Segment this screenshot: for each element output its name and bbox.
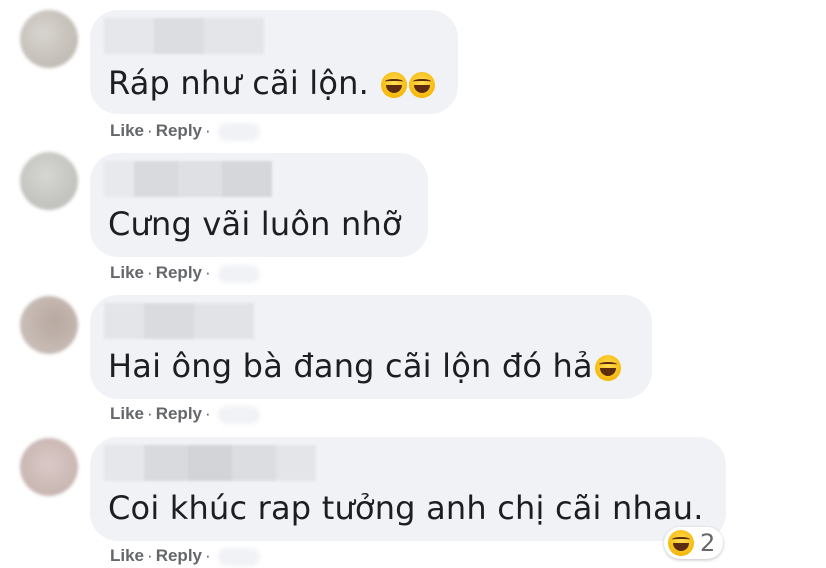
timestamp-blurred[interactable]	[217, 547, 260, 566]
author-name-blurred[interactable]	[104, 161, 272, 197]
separator: ·	[147, 546, 153, 565]
timestamp-blurred[interactable]	[217, 264, 260, 283]
comment-actions: Like · Reply ·	[110, 546, 260, 566]
comment-bubble: Cưng vãi luôn nhỡ	[90, 153, 428, 257]
separator: ·	[147, 121, 153, 140]
author-name-blurred[interactable]	[104, 303, 254, 339]
reply-link[interactable]: Reply	[156, 404, 202, 423]
separator: ·	[205, 121, 211, 140]
comment-text: Coi khúc rap tưởng anh chị cãi nhau.	[108, 489, 704, 527]
like-link[interactable]: Like	[110, 263, 144, 282]
laughing-emoji-icon	[409, 72, 436, 98]
separator: ·	[205, 546, 211, 565]
comment-actions: Like · Reply ·	[110, 263, 260, 283]
avatar[interactable]	[20, 10, 78, 68]
separator: ·	[205, 263, 211, 282]
reply-link[interactable]: Reply	[156, 121, 202, 140]
separator: ·	[147, 263, 153, 282]
separator: ·	[205, 404, 211, 423]
author-name-blurred[interactable]	[104, 18, 264, 54]
laughing-emoji-icon	[668, 530, 694, 556]
rolling-laughing-emoji-icon	[594, 355, 621, 381]
comment-bubble: Ráp như cãi lộn.	[90, 10, 458, 114]
comment-text: Hai ông bà đang cãi lộn đó hả	[108, 347, 621, 385]
timestamp-blurred[interactable]	[217, 405, 260, 424]
reaction-count: 2	[700, 529, 716, 557]
separator: ·	[147, 404, 153, 423]
reaction-summary[interactable]: 2	[664, 527, 724, 559]
avatar[interactable]	[20, 152, 78, 210]
author-name-blurred[interactable]	[104, 445, 316, 481]
comment-actions: Like · Reply ·	[110, 404, 260, 424]
like-link[interactable]: Like	[110, 404, 144, 423]
like-link[interactable]: Like	[110, 546, 144, 565]
comment-bubble: Hai ông bà đang cãi lộn đó hả	[90, 295, 652, 399]
like-link[interactable]: Like	[110, 121, 144, 140]
avatar[interactable]	[20, 296, 78, 354]
comment-text: Cưng vãi luôn nhỡ	[108, 205, 402, 243]
reply-link[interactable]: Reply	[156, 546, 202, 565]
comment-actions: Like · Reply ·	[110, 121, 260, 141]
laughing-emoji-icon	[381, 72, 408, 98]
comment-bubble: Coi khúc rap tưởng anh chị cãi nhau.	[90, 437, 726, 541]
avatar[interactable]	[20, 438, 78, 496]
timestamp-blurred[interactable]	[217, 122, 260, 141]
comment-text: Ráp như cãi lộn.	[108, 64, 436, 102]
reply-link[interactable]: Reply	[156, 263, 202, 282]
